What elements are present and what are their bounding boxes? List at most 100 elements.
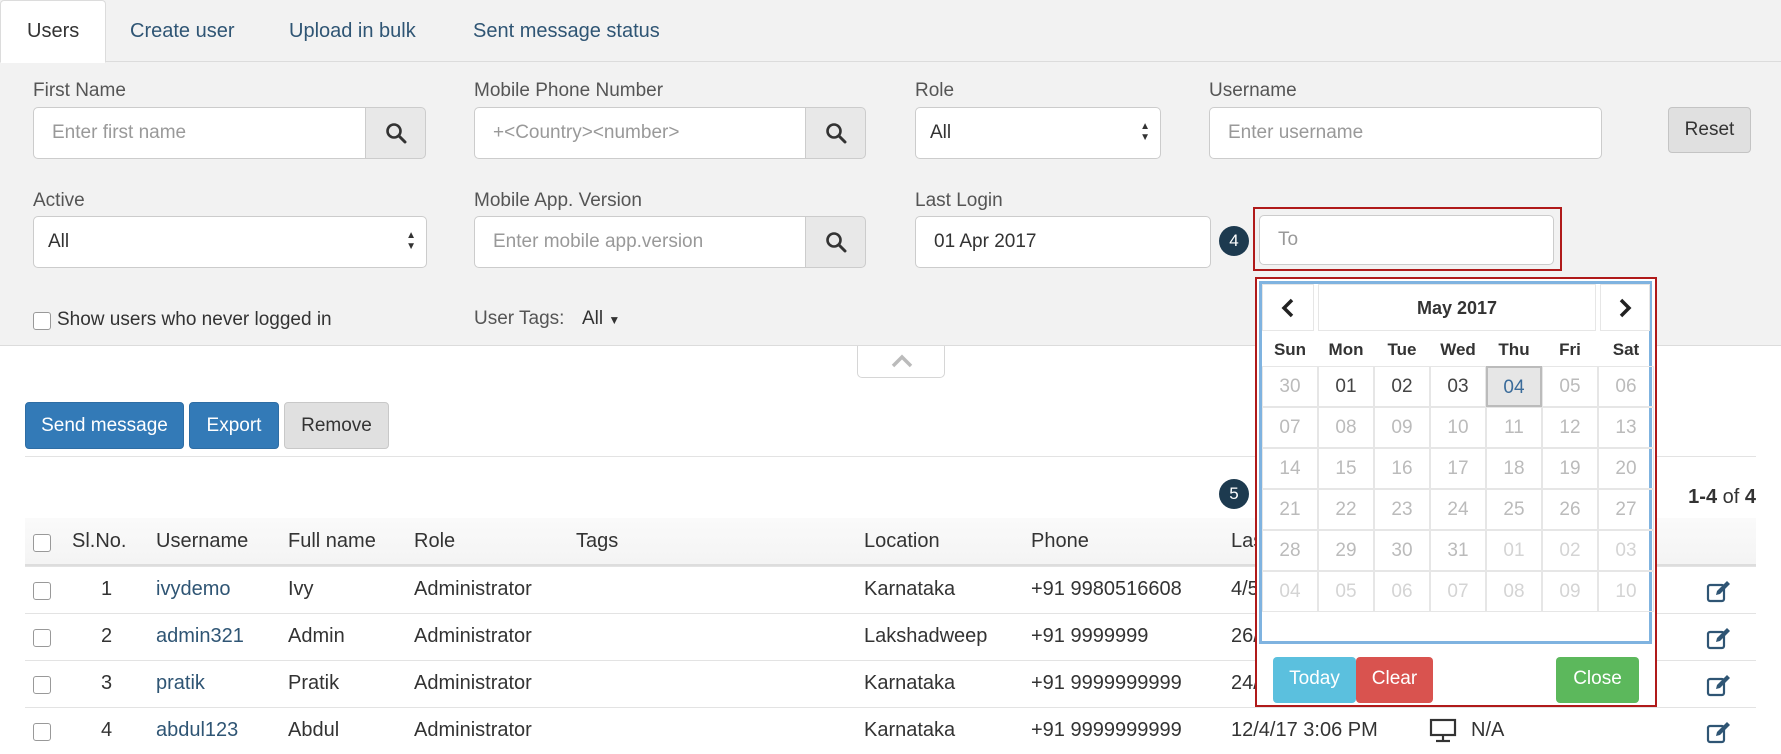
first-name-input[interactable]: Enter first name [33, 107, 366, 159]
calendar-day[interactable]: 10 [1430, 407, 1486, 448]
tab-upload-in-bulk[interactable]: Upload in bulk [263, 10, 442, 62]
row-username-link[interactable]: admin321 [156, 625, 244, 648]
calendar-day-selected[interactable]: 04 [1486, 366, 1542, 407]
next-month-button[interactable] [1600, 284, 1650, 331]
header-slno[interactable]: Sl.No. [72, 530, 126, 553]
calendar-day[interactable]: 26 [1542, 489, 1598, 530]
calendar-day[interactable]: 09 [1374, 407, 1430, 448]
never-logged-label: Show users who never logged in [57, 309, 332, 330]
calendar-day[interactable]: 14 [1262, 448, 1318, 489]
calendar-day[interactable]: 06 [1598, 366, 1654, 407]
header-location[interactable]: Location [864, 530, 940, 553]
send-message-button[interactable]: Send message [25, 402, 184, 449]
last-login-to-input[interactable]: To [1259, 215, 1554, 265]
calendar-day[interactable]: 07 [1262, 407, 1318, 448]
clear-button[interactable]: Clear [1356, 657, 1433, 703]
never-logged-checkbox[interactable] [33, 312, 51, 330]
row-number: 2 [101, 625, 113, 647]
close-button[interactable]: Close [1556, 657, 1639, 703]
tab-users[interactable]: Users [0, 0, 107, 63]
calendar-day[interactable]: 03 [1430, 366, 1486, 407]
calendar-day[interactable]: 06 [1374, 571, 1430, 612]
calendar-day[interactable]: 30 [1262, 366, 1318, 407]
row-number: 4 [101, 719, 113, 741]
calendar-day[interactable]: 19 [1542, 448, 1598, 489]
calendar-day[interactable]: 28 [1262, 530, 1318, 571]
collapse-filters-toggle[interactable] [857, 346, 945, 378]
active-select-value: All [48, 231, 70, 252]
calendar-day[interactable]: 07 [1430, 571, 1486, 612]
calendar-day[interactable]: 29 [1318, 530, 1374, 571]
calendar-day[interactable]: 25 [1486, 489, 1542, 530]
app-version-search-button[interactable] [805, 216, 866, 268]
calendar-day[interactable]: 08 [1318, 407, 1374, 448]
user-tags-dropdown[interactable]: All ▼ [582, 308, 620, 330]
month-year-title[interactable]: May 2017 [1318, 284, 1596, 331]
chevron-right-icon [1619, 298, 1632, 317]
app-version-input[interactable]: Enter mobile app.version [474, 216, 806, 268]
calendar-day[interactable]: 10 [1598, 571, 1654, 612]
edit-icon[interactable] [1706, 580, 1732, 604]
calendar-day[interactable]: 03 [1598, 530, 1654, 571]
calendar-day[interactable]: 22 [1318, 489, 1374, 530]
last-login-from-input[interactable]: 01 Apr 2017 [915, 216, 1211, 268]
calendar-day[interactable]: 20 [1598, 448, 1654, 489]
select-all-checkbox[interactable] [33, 534, 51, 552]
calendar-day[interactable]: 02 [1542, 530, 1598, 571]
first-name-search-button[interactable] [365, 107, 426, 159]
calendar-day[interactable]: 27 [1598, 489, 1654, 530]
prev-month-button[interactable] [1262, 284, 1314, 331]
calendar-day[interactable]: 11 [1486, 407, 1542, 448]
calendar-day[interactable]: 23 [1374, 489, 1430, 530]
export-button[interactable]: Export [189, 402, 279, 449]
calendar-day[interactable]: 18 [1486, 448, 1542, 489]
calendar-day[interactable]: 01 [1318, 366, 1374, 407]
calendar-day[interactable]: 30 [1374, 530, 1430, 571]
username-input[interactable]: Enter username [1209, 107, 1602, 159]
calendar-day[interactable]: 04 [1262, 571, 1318, 612]
calendar-day[interactable]: 16 [1374, 448, 1430, 489]
first-name-label: First Name [33, 80, 126, 101]
edit-icon[interactable] [1706, 721, 1732, 745]
header-username[interactable]: Username [156, 530, 248, 553]
tab-create-user[interactable]: Create user [104, 10, 261, 62]
edit-icon[interactable] [1706, 674, 1732, 698]
calendar-day[interactable]: 31 [1430, 530, 1486, 571]
header-tags[interactable]: Tags [576, 530, 618, 553]
calendar-day[interactable]: 24 [1430, 489, 1486, 530]
row-device-info: N/A [1471, 719, 1505, 741]
calendar-day[interactable]: 05 [1542, 366, 1598, 407]
header-phone[interactable]: Phone [1031, 530, 1089, 553]
mobile-phone-input[interactable]: +<Country><number> [474, 107, 806, 159]
remove-button[interactable]: Remove [284, 402, 389, 449]
calendar-day[interactable]: 15 [1318, 448, 1374, 489]
weekday-label: Sun [1273, 340, 1307, 359]
calendar-day[interactable]: 01 [1486, 530, 1542, 571]
caret-down-icon: ▼ [608, 313, 621, 327]
row-checkbox[interactable] [33, 629, 51, 647]
calendar-day[interactable]: 02 [1374, 366, 1430, 407]
calendar-day[interactable]: 09 [1542, 571, 1598, 612]
weekday-label: Tue [1387, 340, 1417, 359]
row-username-link[interactable]: ivydemo [156, 578, 230, 601]
tab-sent-message-status[interactable]: Sent message status [447, 10, 686, 62]
row-checkbox[interactable] [33, 676, 51, 694]
calendar-day[interactable]: 08 [1486, 571, 1542, 612]
calendar-day[interactable]: 12 [1542, 407, 1598, 448]
row-checkbox[interactable] [33, 582, 51, 600]
active-select[interactable]: All ▲ ▼ [33, 216, 427, 268]
role-select[interactable]: All ▲ ▼ [915, 107, 1161, 159]
row-username-link[interactable]: pratik [156, 672, 205, 695]
row-username-link[interactable]: abdul123 [156, 719, 238, 742]
edit-icon[interactable] [1706, 627, 1732, 651]
mobile-phone-search-button[interactable] [805, 107, 866, 159]
calendar-day[interactable]: 21 [1262, 489, 1318, 530]
row-checkbox[interactable] [33, 723, 51, 741]
today-button[interactable]: Today [1273, 657, 1356, 703]
header-fullname[interactable]: Full name [288, 530, 376, 553]
calendar-day[interactable]: 17 [1430, 448, 1486, 489]
header-role[interactable]: Role [414, 530, 455, 553]
calendar-day[interactable]: 13 [1598, 407, 1654, 448]
calendar-day[interactable]: 05 [1318, 571, 1374, 612]
reset-button[interactable]: Reset [1668, 107, 1751, 153]
